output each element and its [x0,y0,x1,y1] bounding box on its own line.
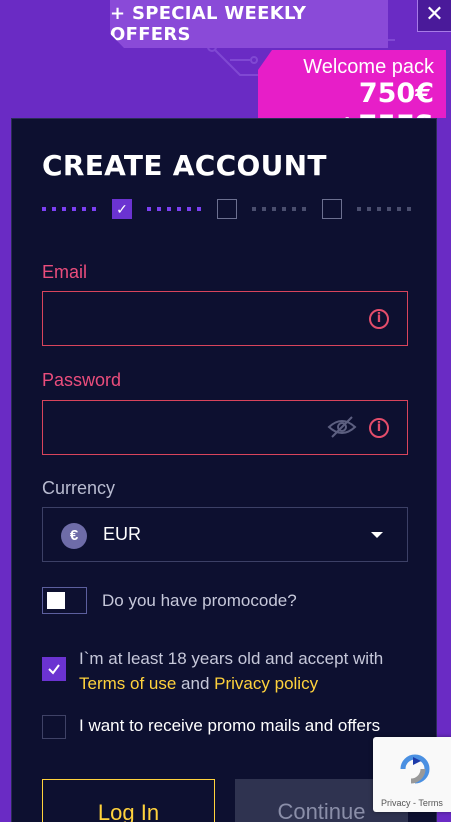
step-connector [147,207,201,211]
password-field[interactable]: i [42,400,408,455]
login-button[interactable]: Log In [42,779,215,822]
email-label: Email [42,262,88,282]
step-connector [357,207,411,211]
chevron-down-icon [371,532,383,538]
recaptcha-links[interactable]: Privacy - Terms [381,798,443,808]
check-icon [48,664,60,675]
promo-mails-checkbox[interactable] [42,715,66,739]
age-terms-text: I`m at least 18 years old and accept wit… [79,646,419,696]
currency-label: Currency [42,478,116,498]
promocode-label: Do you have promocode? [102,591,297,610]
password-label: Password [42,370,122,390]
currency-value: EUR [103,524,142,544]
terms-of-use-link[interactable]: Terms of use [79,674,176,693]
step-connector [252,207,306,211]
step-progress: ✓ [42,199,414,219]
info-icon[interactable]: i [369,309,389,329]
create-account-panel: CREATE ACCOUNT ✓ Email i Password i Curr… [11,118,437,822]
welcome-pack-title: Welcome pack [303,56,434,78]
currency-select[interactable]: € EUR [42,507,408,562]
welcome-pack-badge: Welcome pack 750€ +75FS [258,50,446,118]
step-connector [42,207,96,211]
step-2 [217,199,237,219]
recaptcha-icon [400,754,430,784]
and-text: and [181,674,210,693]
special-offers-banner[interactable]: + SPECIAL WEEKLY OFFERS [110,0,388,48]
special-offers-label: + SPECIAL WEEKLY OFFERS [110,3,307,45]
step-1-completed: ✓ [112,199,132,219]
close-icon: ✕ [425,2,444,27]
eye-hidden-icon[interactable] [327,415,357,439]
privacy-policy-link[interactable]: Privacy policy [214,674,318,693]
euro-icon: € [61,523,87,549]
step-3 [322,199,342,219]
page-title: CREATE ACCOUNT [42,149,327,182]
email-field[interactable]: i [42,291,408,346]
recaptcha-badge[interactable]: Privacy - Terms [373,737,451,812]
age-terms-label: I`m at least 18 years old and accept wit… [79,649,384,668]
age-terms-checkbox[interactable] [42,657,66,681]
info-icon[interactable]: i [369,418,389,438]
promo-mails-label: I want to receive promo mails and offers [79,716,381,735]
toggle-knob [47,592,65,609]
promocode-toggle[interactable] [42,587,87,614]
close-button[interactable]: ✕ [417,0,451,32]
